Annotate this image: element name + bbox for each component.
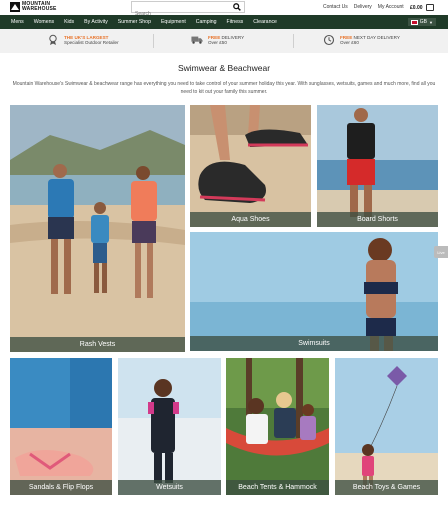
- tile-label: Rash Vests: [10, 337, 185, 352]
- usp-nextday-highlight: FREE: [340, 34, 353, 40]
- my-account-link[interactable]: My Account: [378, 4, 404, 10]
- page-description: Mountain Warehouse's Swimwear & beachwea…: [12, 81, 436, 95]
- nav-summer-shop[interactable]: Summer Shop: [113, 19, 156, 25]
- tile-label: Swimsuits: [190, 336, 438, 351]
- tile-swimsuits[interactable]: Swimsuits: [190, 232, 438, 351]
- clock-icon: [323, 34, 335, 46]
- main-nav: Mens Womens Kids By Activity Summer Shop…: [0, 15, 448, 29]
- tile-label: Wetsuits: [118, 480, 221, 495]
- search-button[interactable]: [231, 2, 243, 12]
- tile-wetsuits[interactable]: Wetsuits: [118, 358, 221, 495]
- top-bar: MOUNTAIN WAREHOUSE Contact Us Delivery M…: [0, 0, 448, 19]
- usp-delivery-highlight: FREE: [208, 34, 221, 40]
- usp-divider: [293, 34, 294, 48]
- tile-board-shorts[interactable]: Board Shorts: [317, 105, 438, 227]
- usp-bar: THE UK'S LARGEST Specialist Outdoor Reta…: [0, 29, 448, 53]
- usp-largest[interactable]: THE UK'S LARGEST Specialist Outdoor Reta…: [47, 34, 119, 46]
- region-label: GB: [419, 19, 428, 25]
- nav-kids[interactable]: Kids: [59, 19, 79, 25]
- nav-fitness[interactable]: Fitness: [222, 19, 249, 25]
- usp-nextday-text: Over £60: [340, 40, 359, 45]
- usp-divider: [153, 34, 154, 48]
- search-icon: [233, 3, 241, 11]
- swimsuits-image: [190, 232, 438, 351]
- aqua-shoes-image: [190, 105, 311, 227]
- usp-delivery-highlight-rest: DELIVERY: [220, 34, 245, 40]
- nav-camping[interactable]: Camping: [191, 19, 222, 25]
- usp-delivery-text: Over £50: [208, 40, 227, 45]
- basket-total: £0.00: [410, 4, 423, 11]
- tile-label: Aqua Shoes: [190, 212, 311, 227]
- tile-aqua-shoes[interactable]: Aqua Shoes: [190, 105, 311, 227]
- header-links: Contact Us Delivery My Account: [323, 4, 404, 10]
- tile-label: Sandals & Flip Flops: [10, 480, 112, 495]
- delivery-link[interactable]: Delivery: [354, 4, 372, 10]
- logo-line2: WAREHOUSE: [22, 6, 57, 12]
- basket-button[interactable]: £0.00: [410, 4, 434, 11]
- beach-tents-image: [226, 358, 329, 495]
- logo-mountain-icon: [10, 2, 20, 12]
- tile-label: Board Shorts: [317, 212, 438, 227]
- board-shorts-image: [317, 105, 438, 227]
- tile-beach-tents-hammock[interactable]: Beach Tents & Hammock: [226, 358, 329, 495]
- beach-toys-image: [335, 358, 438, 495]
- tile-sandals-flip-flops[interactable]: Sandals & Flip Flops: [10, 358, 112, 495]
- usp-largest-text: Specialist Outdoor Retailer: [64, 40, 119, 45]
- tile-beach-toys-games[interactable]: Beach Toys & Games: [335, 358, 438, 495]
- uk-flag-icon: [410, 19, 418, 25]
- nav-equipment[interactable]: Equipment: [156, 19, 191, 25]
- sandals-image: [10, 358, 112, 495]
- nav-clearance[interactable]: Clearance: [248, 19, 282, 25]
- contact-us-link[interactable]: Contact Us: [323, 4, 348, 10]
- region-selector[interactable]: GB ▼: [407, 18, 436, 26]
- usp-nextday-highlight-rest: NEXT DAY DELIVERY: [352, 34, 400, 40]
- nav-womens[interactable]: Womens: [29, 19, 59, 25]
- tile-rash-vests[interactable]: Rash Vests: [10, 105, 185, 352]
- award-icon: [47, 34, 59, 46]
- nav-mens[interactable]: Mens: [0, 19, 29, 25]
- chevron-down-icon: ▼: [429, 19, 433, 25]
- basket-icon: [425, 4, 434, 11]
- logo[interactable]: MOUNTAIN WAREHOUSE: [10, 1, 57, 13]
- live-chat-tab[interactable]: Live: [434, 246, 448, 258]
- nav-by-activity[interactable]: By Activity: [79, 19, 113, 25]
- page-title: Swimwear & Beachwear: [177, 63, 271, 73]
- search-box: [131, 1, 245, 19]
- usp-next-day[interactable]: FREE NEXT DAY DELIVERY Over £60: [323, 34, 400, 46]
- usp-free-delivery[interactable]: FREE DELIVERY Over £50: [191, 34, 244, 46]
- wetsuits-image: [118, 358, 221, 495]
- usp-largest-highlight: THE UK'S LARGEST: [64, 34, 109, 40]
- tile-label: Beach Toys & Games: [335, 480, 438, 495]
- rash-vests-image: [10, 105, 185, 352]
- truck-icon: [191, 34, 203, 46]
- tile-label: Beach Tents & Hammock: [226, 480, 329, 495]
